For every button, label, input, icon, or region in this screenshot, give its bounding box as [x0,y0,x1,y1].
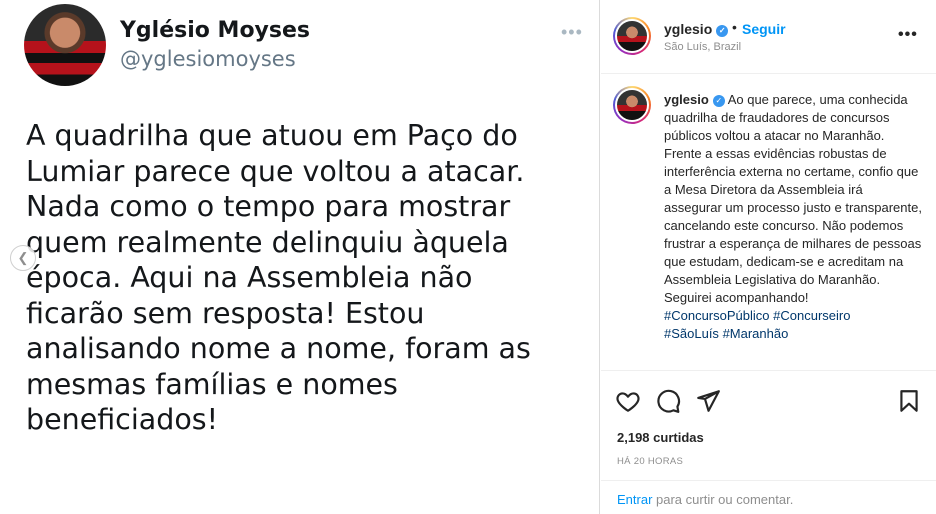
caption-username[interactable]: yglesio [664,92,709,107]
divider [601,370,936,371]
post-header: yglesio ✓ • Seguir São Luís, Brazil ••• [601,0,936,74]
caption-avatar[interactable] [613,86,651,124]
verified-icon: ✓ [712,95,725,107]
post-sidebar: yglesio ✓ • Seguir São Luís, Brazil ••• y… [601,0,936,514]
verified-icon: ✓ [716,25,729,37]
divider [601,480,936,481]
tweet-text: A quadrilha que atuou em Paço do Lumiar … [26,119,531,436]
comment-icon[interactable] [655,388,681,414]
tweet-author-handle: @yglesiomoyses [120,47,296,71]
tweet-author-name: Yglésio Moyses [120,18,311,43]
tweet-more-icon: ••• [561,22,583,42]
bookmark-icon[interactable] [896,388,922,414]
share-icon[interactable] [695,388,721,414]
location-link[interactable]: São Luís, Brazil [664,41,741,53]
login-link[interactable]: Entrar [617,492,652,507]
follow-button[interactable]: Seguir [742,21,786,37]
post-timestamp[interactable]: HÁ 20 HORAS [617,456,683,467]
heart-icon[interactable] [615,388,641,414]
hashtag-link[interactable]: #SãoLuís [664,326,719,341]
hashtag-link[interactable]: #Maranhão [723,326,789,341]
chevron-left-icon[interactable]: ❮ [10,245,36,271]
caption: yglesio ✓ Ao que parece, uma conhecida qu… [664,91,924,343]
tweet-avatar [24,4,106,86]
hashtag-link[interactable]: #Concurseiro [773,308,850,323]
separator-dot: • [732,19,737,35]
username-link[interactable]: yglesio ✓ [664,21,729,37]
hashtag-link[interactable]: #ConcursoPúblico [664,308,770,323]
more-icon[interactable]: ••• [898,26,918,44]
login-prompt-text: para curtir ou comentar. [652,492,794,507]
login-prompt: Entrar para curtir ou comentar. [617,492,793,507]
action-bar [601,388,936,416]
post-image: Yglésio Moyses @yglesiomoyses ••• A quad… [0,0,600,514]
likes-count[interactable]: 2,198 curtidas [617,430,704,445]
avatar[interactable] [613,17,651,55]
username-text: yglesio [664,21,713,37]
caption-area[interactable]: yglesio ✓ Ao que parece, uma conhecida qu… [601,74,936,370]
caption-text: Ao que parece, uma conhecida quadrilha d… [664,92,922,305]
